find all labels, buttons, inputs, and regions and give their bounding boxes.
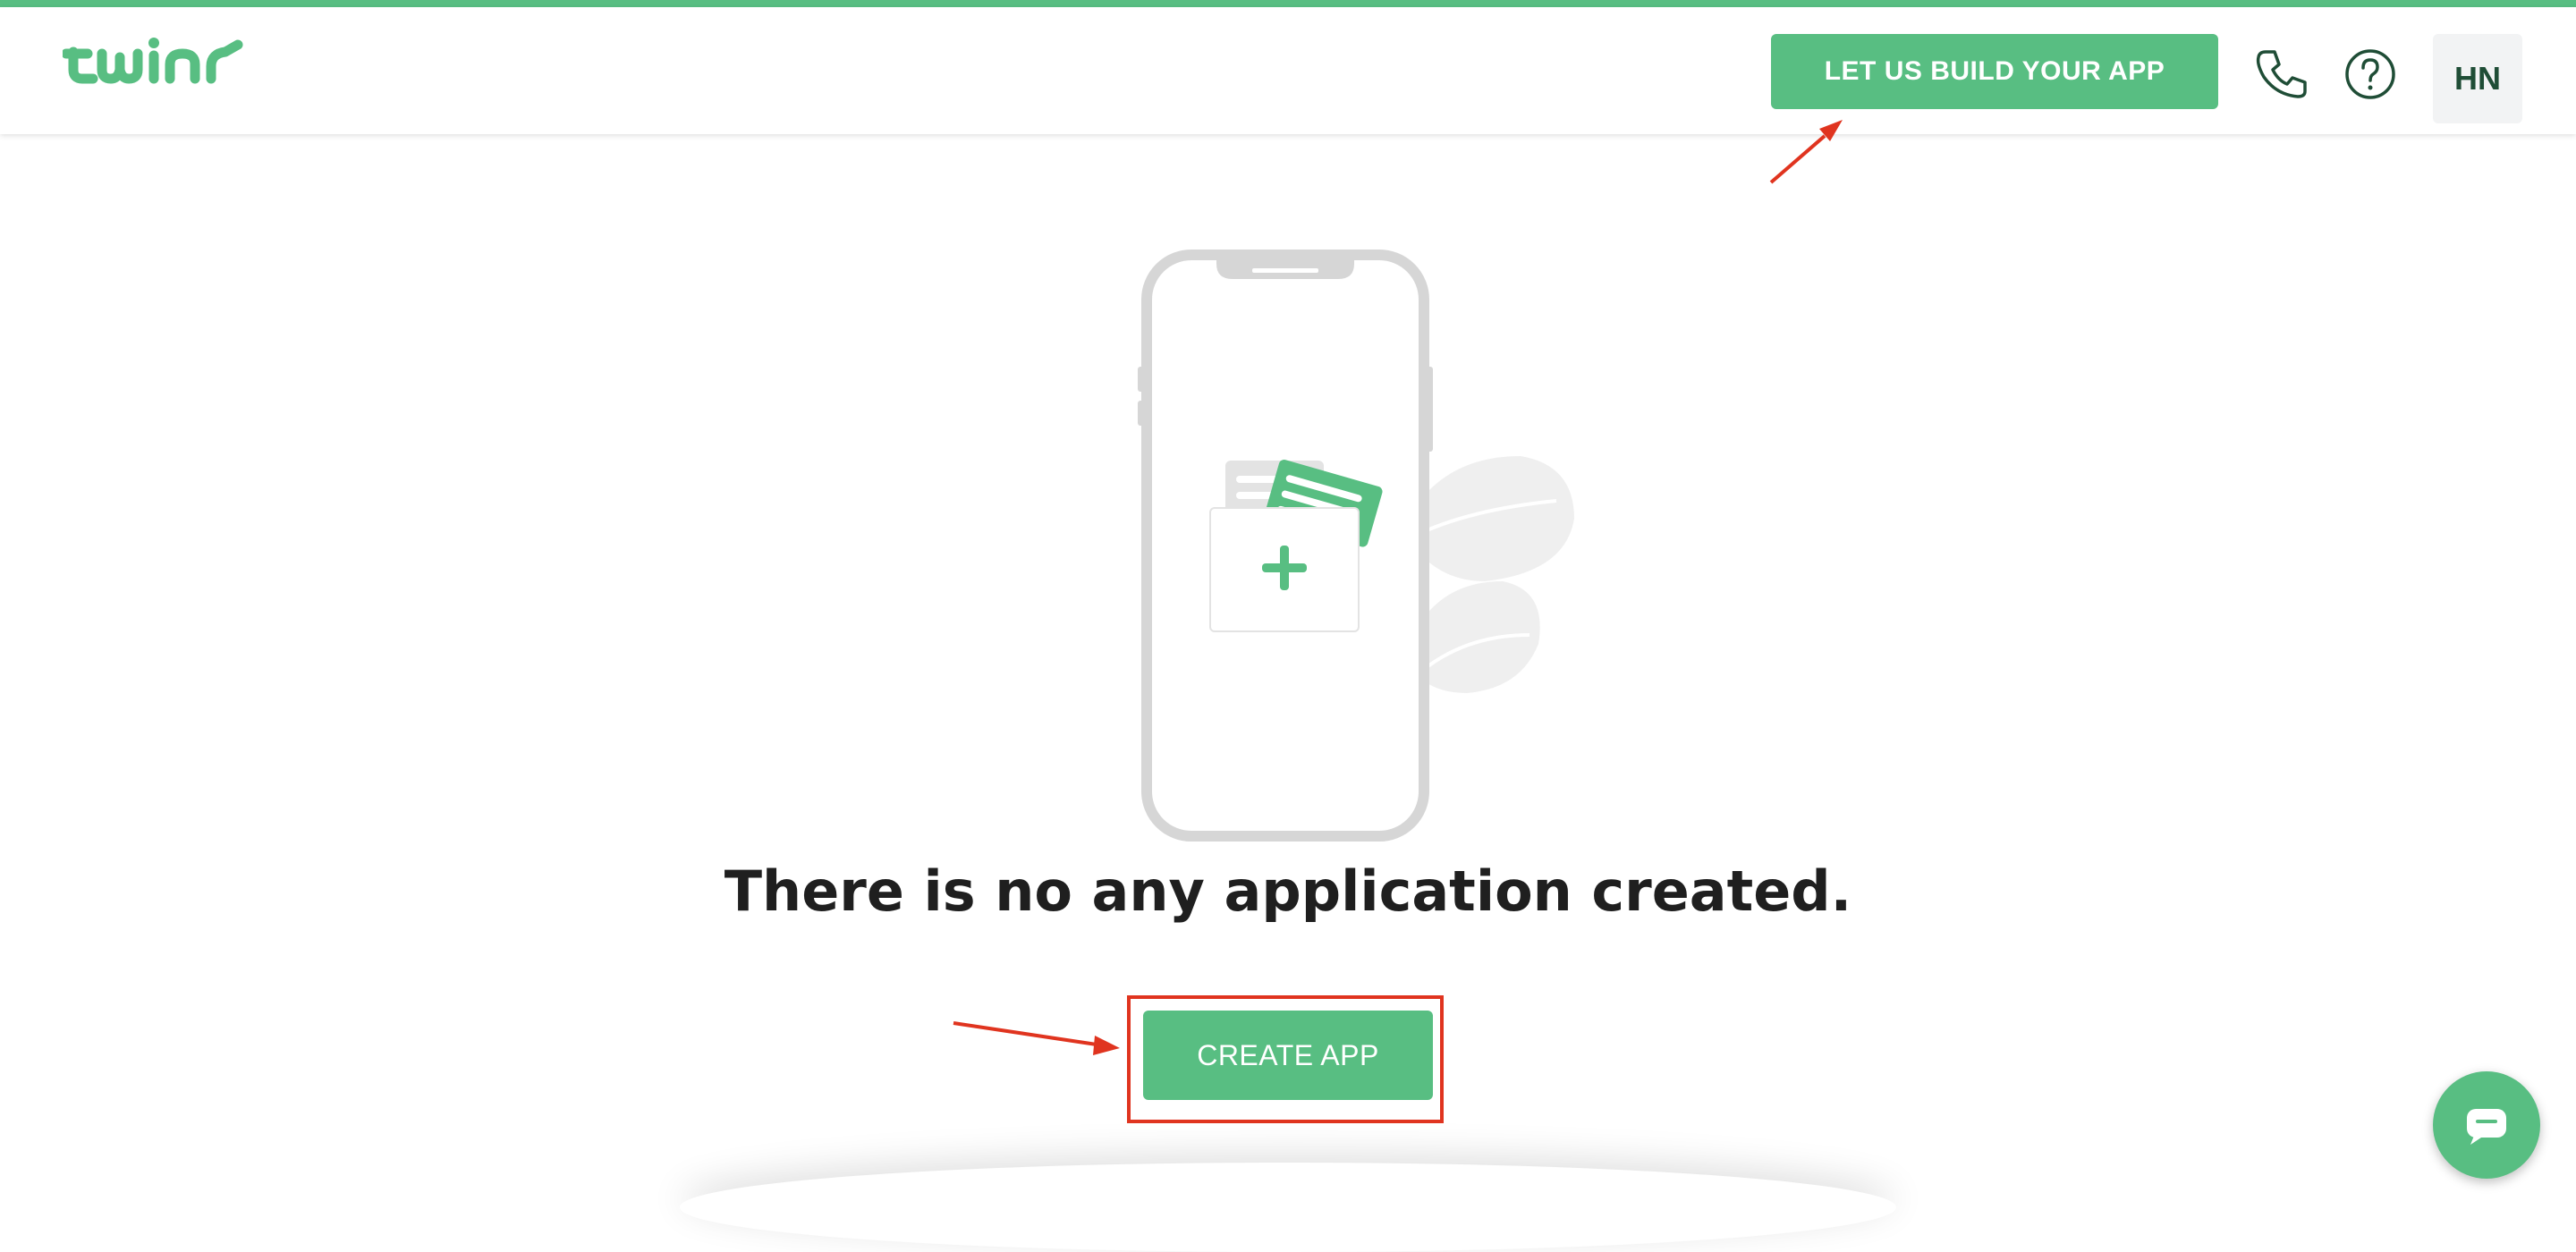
header: LET US BUILD YOUR APP HN xyxy=(0,7,2576,134)
bottom-card-shadow xyxy=(680,1163,1896,1252)
help-circle-icon[interactable] xyxy=(2339,43,2402,106)
user-avatar[interactable]: HN xyxy=(2433,34,2522,123)
top-accent-bar xyxy=(0,0,2576,7)
empty-state-illustration xyxy=(1127,241,1610,850)
create-app-button[interactable]: CREATE APP xyxy=(1143,1011,1433,1100)
chat-bubble-icon[interactable] xyxy=(2433,1071,2540,1179)
phone-icon[interactable] xyxy=(2250,43,2312,106)
twinr-logo[interactable] xyxy=(61,34,250,101)
empty-state-message: There is no any application created. xyxy=(724,859,1852,924)
let-us-build-your-app-button[interactable]: LET US BUILD YOUR APP xyxy=(1771,34,2218,109)
